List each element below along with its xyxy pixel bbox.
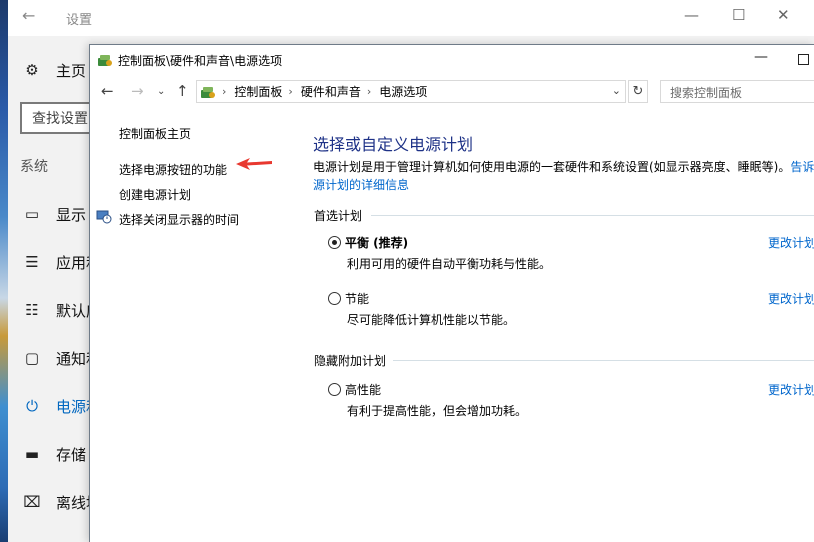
list-icon: ☰ [25, 253, 39, 271]
sidebar-item-display[interactable]: ▭ 显示 [22, 199, 86, 229]
settings-home-label: 主页 [56, 61, 87, 80]
control-panel-search-input[interactable]: 搜索控制面板 [660, 80, 814, 103]
maximize-icon[interactable] [798, 54, 809, 65]
plan-description: 电源计划是用于管理计算机如何使用电源的一套硬件和系统设置(如显示器亮度、睡眠等)… [313, 158, 814, 176]
hidden-plans-heading: 隐藏附加计划 [314, 354, 387, 368]
settings-title: 设置 [66, 13, 93, 28]
back-arrow-icon[interactable]: ← [101, 82, 114, 100]
settings-search-input[interactable]: 查找设置 [20, 102, 100, 134]
settings-home-item[interactable]: ⚙ 主页 [22, 55, 86, 85]
control-panel-title: 控制面板\硬件和声音\电源选项 [118, 54, 283, 68]
settings-section-label: 系统 [20, 159, 48, 175]
change-plan-link[interactable]: 更改计划 [768, 290, 814, 307]
search-placeholder: 搜索控制面板 [670, 86, 743, 100]
default-apps-icon: ☷ [25, 301, 39, 319]
minimize-icon[interactable]: — [754, 49, 768, 65]
create-power-plan-link[interactable]: 创建电源计划 [119, 186, 191, 203]
learn-more-link[interactable]: 告诉 [790, 160, 814, 174]
control-panel-home-link[interactable]: 控制面板主页 [119, 125, 191, 142]
settings-titlebar: ← 设置 — ☐ ✕ [8, 0, 814, 36]
change-plan-link[interactable]: 更改计划 [768, 381, 814, 398]
plan-desc: 利用可用的硬件自动平衡功耗与性能。 [347, 257, 552, 271]
back-arrow-icon[interactable]: ← [22, 6, 35, 25]
breadcrumb-separator-icon: › [222, 85, 227, 98]
change-plan-link[interactable]: 更改计划 [768, 234, 814, 251]
navigation-toolbar: ← → ⌄ ↑ › 控制面板 › 硬件和声音 › 电源选项 ⌄ ↻ 搜索控制面板 [90, 77, 814, 107]
control-panel-window: 控制面板\硬件和声音\电源选项 — ← → ⌄ ↑ › 控制面板 › 硬件和声音… [89, 44, 814, 542]
monitor-icon: ▭ [24, 205, 40, 223]
group-divider [371, 215, 814, 216]
plan-description-text: 电源计划是用于管理计算机如何使用电源的一套硬件和系统设置(如显示器亮度、睡眠等)… [313, 160, 791, 174]
power-icon: ⏻ [26, 397, 38, 415]
plan-desc: 尽可能降低计算机性能以节能。 [347, 313, 516, 327]
gear-icon: ⚙ [25, 61, 39, 79]
storage-icon: ▬ [24, 445, 40, 463]
radio-unselected-icon [328, 383, 341, 396]
refresh-icon: ↻ [632, 84, 644, 99]
display-off-time-link[interactable]: 选择关闭显示器的时间 [119, 211, 239, 228]
sidebar-item-label: 显示 [56, 205, 87, 224]
learn-more-link-continued[interactable]: 源计划的详细信息 [313, 176, 409, 193]
settings-search-placeholder: 查找设置 [32, 111, 88, 127]
plan-high-performance-radio[interactable]: 高性能 [328, 381, 381, 398]
minimize-icon[interactable]: — [684, 6, 699, 24]
plan-name: 节能 [345, 292, 370, 306]
radio-unselected-icon [328, 292, 341, 305]
maximize-icon[interactable]: ☐ [732, 6, 745, 24]
breadcrumb-hardware-sound[interactable]: 硬件和声音 [301, 83, 361, 100]
recent-locations-chevron-icon[interactable]: ⌄ [157, 86, 165, 97]
plan-balanced-radio[interactable]: 平衡 (推荐) [328, 234, 408, 251]
control-panel-titlebar: 控制面板\硬件和声音\电源选项 — [90, 45, 814, 75]
up-arrow-icon[interactable]: ↑ [176, 82, 189, 100]
preferred-plans-heading: 首选计划 [314, 209, 363, 223]
breadcrumb-control-panel[interactable]: 控制面板 [234, 83, 282, 100]
address-bar[interactable]: › 控制面板 › 硬件和声音 › 电源选项 ⌄ [196, 80, 626, 103]
choose-power-button-link[interactable]: 选择电源按钮的功能 [119, 161, 227, 178]
breadcrumb-power-options[interactable]: 电源选项 [379, 83, 427, 100]
close-icon[interactable]: ✕ [777, 6, 790, 24]
plan-name: 平衡 (推荐) [345, 236, 409, 250]
refresh-button[interactable]: ↻ [628, 80, 648, 103]
forward-arrow-icon[interactable]: → [131, 82, 144, 100]
annotation-arrow-icon [236, 158, 272, 170]
plan-desc: 有利于提高性能，但会增加功耗。 [347, 404, 528, 418]
map-icon: ⌧ [23, 493, 41, 511]
power-options-icon [201, 86, 215, 98]
plan-name: 高性能 [345, 383, 382, 397]
sidebar-item-storage[interactable]: ▬ 存储 [22, 439, 86, 469]
group-divider [393, 360, 814, 361]
breadcrumb-separator-icon: › [288, 85, 293, 98]
power-options-icon [98, 55, 112, 66]
breadcrumb-separator-icon: › [366, 85, 372, 98]
address-dropdown-icon[interactable]: ⌄ [612, 84, 621, 97]
page-title: 选择或自定义电源计划 [313, 135, 474, 154]
notification-icon: ▢ [24, 349, 40, 367]
desktop-background [0, 0, 8, 542]
sidebar-item-label: 存储 [56, 445, 87, 464]
plan-power-saver-radio[interactable]: 节能 [328, 290, 369, 307]
display-settings-icon [96, 210, 112, 224]
radio-selected-icon [328, 236, 341, 249]
